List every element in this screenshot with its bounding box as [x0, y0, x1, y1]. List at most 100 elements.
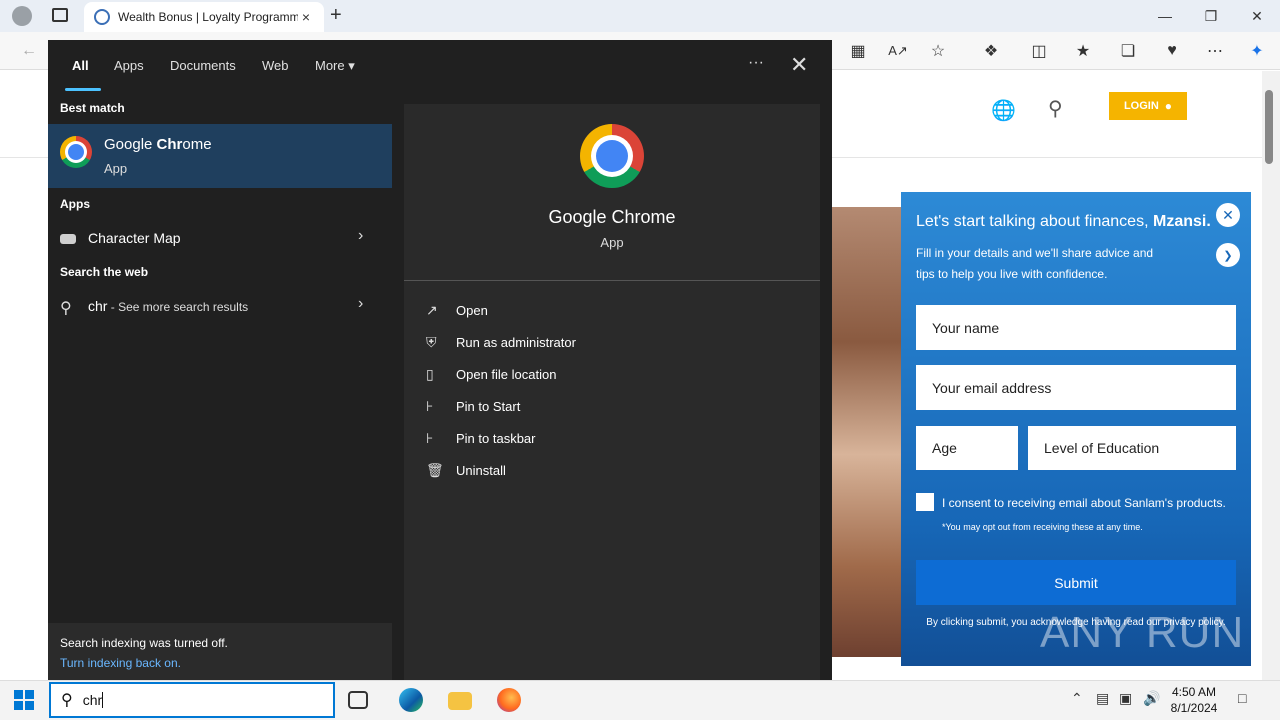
search-web-heading: Search the web: [60, 265, 149, 279]
browser-tab[interactable]: Wealth Bonus | Loyalty Programme ×: [84, 2, 324, 32]
lead-form-panel: Let's start talking about finances, Mzan…: [901, 192, 1251, 666]
new-tab-button[interactable]: +: [330, 4, 342, 27]
email-field[interactable]: Your email address: [916, 365, 1236, 410]
copilot-icon[interactable]: ✦: [1246, 40, 1268, 62]
profile-icon[interactable]: [12, 6, 32, 26]
minimize-button[interactable]: —: [1142, 0, 1188, 32]
open-icon: ↗: [426, 301, 438, 318]
favorite-star-icon[interactable]: ☆: [927, 40, 949, 62]
show-hidden-icons-chevron-icon[interactable]: ⌃: [1071, 690, 1083, 707]
start-search-flyout: All Apps Documents Web More ▾ ··· ✕ Best…: [48, 40, 832, 680]
action-pin-to-taskbar[interactable]: ⊦ Pin to taskbar: [426, 426, 726, 450]
volume-icon[interactable]: 🔊: [1143, 690, 1160, 707]
education-select[interactable]: Level of Education: [1028, 426, 1236, 470]
indexing-notice: Search indexing was turned off. Turn ind…: [48, 623, 392, 680]
action-pin-to-start[interactable]: ⊦ Pin to Start: [426, 394, 726, 418]
best-match-name: Google Chrome: [104, 136, 212, 153]
performance-icon[interactable]: ♥: [1161, 40, 1183, 62]
character-map-icon: [60, 234, 76, 244]
consent-checkbox[interactable]: [916, 493, 934, 511]
more-options-icon[interactable]: ···: [748, 54, 764, 72]
chrome-icon: [580, 124, 644, 188]
preview-app-type: App: [600, 235, 624, 250]
collections-icon[interactable]: ❏: [1117, 40, 1139, 62]
result-preview-pane: [404, 104, 820, 680]
flyout-close-icon[interactable]: ✕: [790, 52, 808, 78]
app-result-label: Character Map: [88, 230, 181, 246]
chevron-right-icon[interactable]: ›: [358, 295, 363, 313]
apps-heading: Apps: [60, 197, 90, 211]
action-uninstall[interactable]: 🗑 Uninstall: [426, 458, 726, 482]
web-result-label: chr - See more search results: [88, 298, 249, 314]
preview-divider: [404, 280, 820, 281]
search-query: chr: [82, 692, 103, 708]
search-icon: ⚲: [60, 300, 72, 317]
file-icon: ▯: [426, 365, 434, 382]
action-open-file-location[interactable]: ▯ Open file location: [426, 362, 726, 386]
tab-actions-icon[interactable]: [52, 8, 68, 22]
tab-all[interactable]: All: [72, 58, 89, 73]
best-match-result[interactable]: [48, 124, 392, 188]
indexing-link[interactable]: Turn indexing back on.: [60, 653, 380, 673]
security-icon[interactable]: ▤: [1096, 690, 1109, 707]
apps-icon[interactable]: ▦: [847, 40, 869, 62]
tab-more[interactable]: More ▾: [315, 58, 355, 74]
submit-button[interactable]: Submit: [916, 560, 1236, 605]
tab-apps[interactable]: Apps: [114, 58, 144, 73]
login-button[interactable]: LOGIN ●: [1109, 92, 1187, 120]
search-icon[interactable]: ⚲: [1048, 96, 1063, 121]
tab-close-icon[interactable]: ×: [298, 9, 314, 25]
preview-app-name: Google Chrome: [548, 207, 676, 227]
action-run-as-admin[interactable]: ⛨ Run as administrator: [426, 330, 726, 354]
back-icon[interactable]: ←: [18, 40, 40, 62]
tab-documents[interactable]: Documents: [170, 58, 236, 73]
firefox-icon[interactable]: [497, 688, 521, 712]
form-collapse-chevron-icon[interactable]: ❯: [1216, 243, 1240, 267]
settings-more-icon[interactable]: ⋯: [1204, 40, 1226, 62]
name-field[interactable]: Your name: [916, 305, 1236, 350]
hero-image: [832, 207, 912, 657]
form-subtitle: Fill in your details and we'll share adv…: [916, 246, 1154, 281]
shield-icon: ⛨: [426, 333, 437, 350]
active-tab-indicator: [65, 88, 101, 91]
login-label: LOGIN: [1123, 100, 1159, 112]
system-clock[interactable]: 4:50 AM 8/1/2024: [1166, 684, 1222, 716]
network-icon[interactable]: ▣: [1119, 690, 1132, 707]
trash-icon: 🗑: [426, 461, 444, 478]
action-open[interactable]: ↗ Open: [426, 298, 726, 322]
form-title: Let's start talking about finances, Mzan…: [916, 213, 1211, 230]
best-match-heading: Best match: [60, 101, 125, 115]
task-view-icon[interactable]: [348, 691, 368, 709]
best-match-type: App: [104, 161, 128, 176]
page-scrollbar-thumb[interactable]: [1265, 90, 1273, 164]
pin-icon: ⊦: [426, 429, 434, 446]
edge-icon[interactable]: [399, 688, 423, 712]
site-favicon-icon: [94, 9, 110, 25]
file-explorer-icon[interactable]: [448, 692, 472, 710]
notifications-icon[interactable]: □: [1238, 690, 1246, 706]
window-close-button[interactable]: ✕: [1234, 0, 1280, 32]
age-field[interactable]: Age: [916, 426, 1018, 470]
more-chevron-icon: ▾: [348, 58, 355, 73]
favorites-icon[interactable]: ★: [1072, 40, 1094, 62]
restore-button[interactable]: ❐: [1188, 0, 1234, 32]
clock-date: 8/1/2024: [1170, 701, 1218, 715]
clock-time: 4:50 AM: [1171, 685, 1217, 699]
chevron-right-icon[interactable]: ›: [358, 227, 363, 245]
tab-web[interactable]: Web: [262, 58, 289, 73]
globe-icon[interactable]: 🌐: [991, 98, 1016, 123]
read-aloud-icon[interactable]: A↗: [887, 40, 909, 62]
taskbar-search-input[interactable]: ⚲ chr: [49, 682, 335, 718]
consent-label: I consent to receiving email about Sanla…: [942, 496, 1226, 510]
extensions-icon[interactable]: ❖: [980, 40, 1002, 62]
user-icon: ●: [1164, 99, 1173, 113]
search-icon: ⚲: [61, 692, 73, 709]
text-cursor: [102, 692, 104, 708]
pin-icon: ⊦: [426, 397, 434, 414]
start-button[interactable]: [14, 690, 34, 710]
chrome-icon: [60, 136, 92, 168]
anyrun-watermark: ANY RUN: [1040, 608, 1245, 657]
form-close-icon[interactable]: ✕: [1216, 203, 1240, 227]
split-screen-icon[interactable]: ◫: [1028, 40, 1050, 62]
optout-note: *You may opt out from receiving these at…: [942, 522, 1143, 532]
